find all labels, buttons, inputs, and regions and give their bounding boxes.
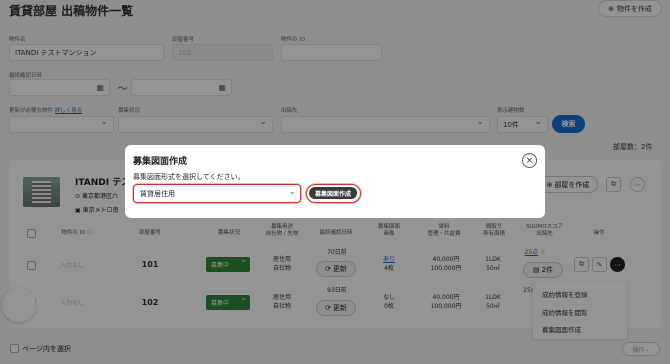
- chevron-down-icon: ⌄: [288, 187, 296, 197]
- close-icon[interactable]: ×: [522, 153, 537, 168]
- floorplan-format-value: 賃貸居住用: [140, 189, 175, 198]
- create-floorplan-button-frame: 募集図面作成: [306, 184, 361, 203]
- floorplan-modal: 募集図面作成 × 募集図面形式を選択してください。 賃貸居住用 ⌄ 募集図面作成: [125, 145, 545, 218]
- create-floorplan-button[interactable]: 募集図面作成: [309, 187, 357, 199]
- modal-instruction: 募集図面形式を選択してください。: [133, 173, 245, 181]
- floorplan-format-select[interactable]: 賃貸居住用 ⌄: [133, 184, 301, 203]
- modal-title: 募集図面作成: [133, 157, 188, 167]
